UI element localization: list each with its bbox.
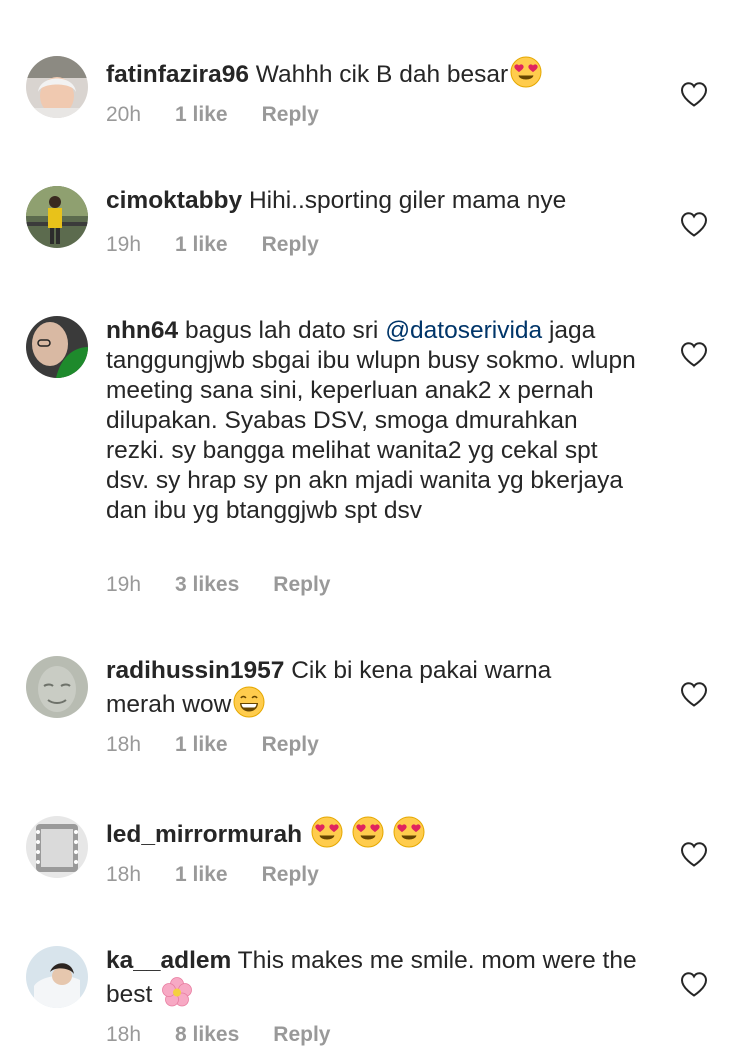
- heart-outline-icon[interactable]: [680, 971, 708, 997]
- comment-item: ka__adlem This makes me smile. mom were …: [0, 0, 750, 1053]
- reply-button[interactable]: Reply: [273, 1023, 330, 1047]
- comment-username[interactable]: ka__adlem: [106, 947, 231, 974]
- comment-time: 18h: [106, 1023, 142, 1046]
- cherry-blossom-emoji: [161, 976, 193, 1008]
- comment-meta: 18h 8 likes Reply: [106, 1023, 330, 1047]
- avatar[interactable]: [26, 946, 88, 1008]
- likes-count[interactable]: 8 likes: [175, 1023, 239, 1047]
- comment-text: ka__adlem This makes me smile. mom were …: [106, 946, 641, 1010]
